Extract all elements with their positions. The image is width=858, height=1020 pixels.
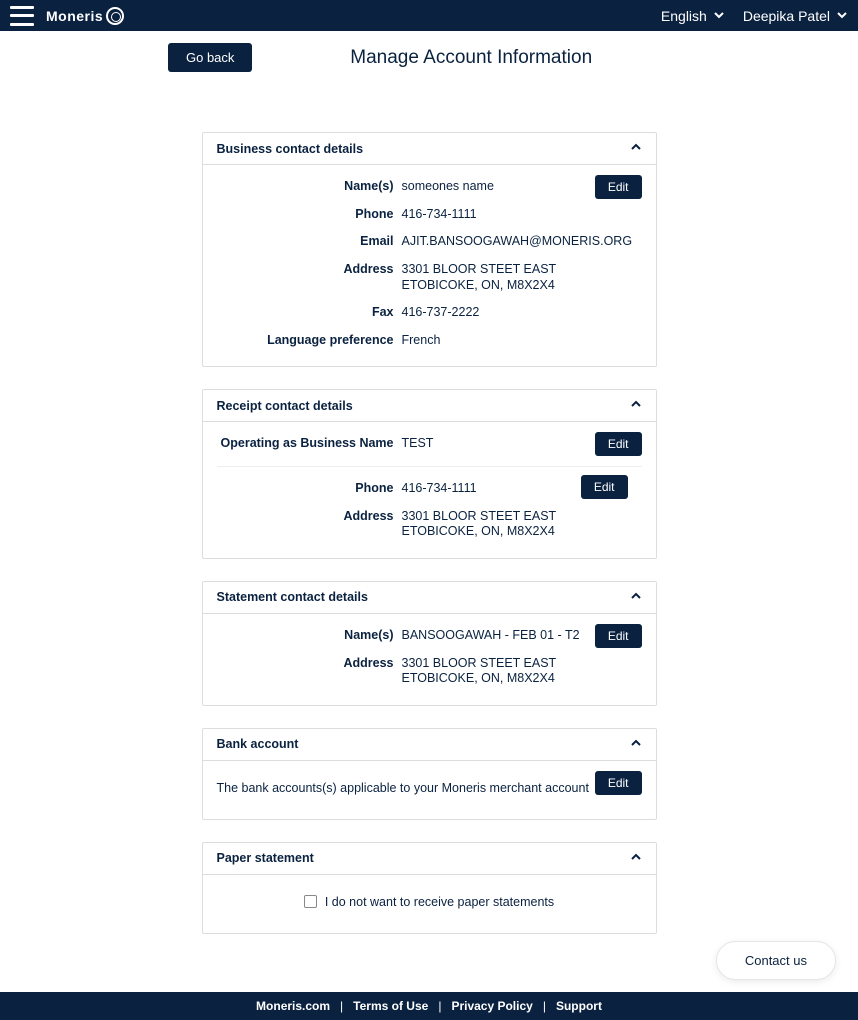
app-header: Moneris English Deepika Patel [0, 0, 858, 31]
footer-privacy-link[interactable]: Privacy Policy [451, 999, 532, 1013]
receipt-address-label: Address [217, 509, 402, 523]
statement-card-title: Statement contact details [217, 590, 368, 604]
chevron-up-icon [630, 737, 642, 752]
address-label: Address [217, 262, 402, 276]
statement-address-value: 3301 BLOOR STEET EAST ETOBICOKE, ON, M8X… [402, 656, 557, 687]
email-value: AJIT.BANSOOGAWAH@MONERIS.ORG [402, 234, 633, 250]
edit-receipt-oba-button[interactable]: Edit [595, 432, 642, 456]
paper-card-header[interactable]: Paper statement [203, 843, 656, 875]
bank-account-card: Bank account Edit The bank accounts(s) a… [202, 728, 657, 820]
phone-label: Phone [217, 207, 402, 221]
chevron-up-icon [630, 141, 642, 156]
name-label: Name(s) [217, 179, 402, 193]
paper-card-title: Paper statement [217, 851, 314, 865]
brand-text: Moneris [46, 8, 103, 24]
bank-card-header[interactable]: Bank account [203, 729, 656, 761]
language-pref-label: Language preference [217, 333, 402, 347]
receipt-phone-value: 416-734-1111 [402, 481, 477, 497]
business-card-title: Business contact details [217, 142, 364, 156]
oba-label: Operating as Business Name [217, 436, 402, 450]
receipt-phone-label: Phone [217, 481, 402, 495]
oba-value: TEST [402, 436, 434, 452]
chevron-up-icon [630, 851, 642, 866]
chevron-up-icon [630, 590, 642, 605]
receipt-address-value: 3301 BLOOR STEET EAST ETOBICOKE, ON, M8X… [402, 509, 557, 540]
go-back-button[interactable]: Go back [168, 43, 252, 72]
phone-value: 416-734-1111 [402, 207, 477, 223]
contact-us-button[interactable]: Contact us [716, 941, 836, 980]
chevron-down-icon [836, 8, 848, 24]
chevron-down-icon [713, 8, 725, 24]
page-heading-row: Go back Manage Account Information [0, 31, 858, 72]
edit-business-button[interactable]: Edit [595, 175, 642, 199]
edit-bank-button[interactable]: Edit [595, 771, 642, 795]
fax-value: 416-737-2222 [402, 305, 480, 321]
paper-statement-text: I do not want to receive paper statement… [325, 895, 554, 909]
footer-moneris-link[interactable]: Moneris.com [256, 999, 330, 1013]
edit-statement-button[interactable]: Edit [595, 624, 642, 648]
edit-receipt-address-button[interactable]: Edit [581, 475, 628, 499]
receipt-card-title: Receipt contact details [217, 399, 353, 413]
statement-address-label: Address [217, 656, 402, 670]
statement-contact-card: Statement contact details Edit Name(s) B… [202, 581, 657, 706]
receipt-card-header[interactable]: Receipt contact details [203, 390, 656, 422]
footer: Moneris.com | Terms of Use | Privacy Pol… [0, 992, 858, 1020]
divider [217, 466, 642, 467]
receipt-contact-card: Receipt contact details Edit Operating a… [202, 389, 657, 559]
logo[interactable]: Moneris [46, 7, 124, 25]
fax-label: Fax [217, 305, 402, 319]
chevron-up-icon [630, 398, 642, 413]
language-pref-value: French [402, 333, 441, 349]
business-contact-card: Business contact details Edit Name(s) so… [202, 132, 657, 367]
language-selector[interactable]: English [661, 8, 725, 24]
bank-card-title: Bank account [217, 737, 299, 751]
hamburger-menu-icon[interactable] [10, 6, 34, 26]
bank-text: The bank accounts(s) applicable to your … [217, 775, 589, 801]
paper-statement-card: Paper statement I do not want to receive… [202, 842, 657, 934]
paper-opt-out-checkbox[interactable] [304, 895, 317, 908]
address-value: 3301 BLOOR STEET EAST ETOBICOKE, ON, M8X… [402, 262, 557, 293]
footer-support-link[interactable]: Support [556, 999, 602, 1013]
user-name: Deepika Patel [743, 8, 830, 24]
statement-name-label: Name(s) [217, 628, 402, 642]
statement-card-header[interactable]: Statement contact details [203, 582, 656, 614]
statement-name-value: BANSOOGAWAH - FEB 01 - T2 [402, 628, 580, 644]
language-label: English [661, 8, 707, 24]
user-menu[interactable]: Deepika Patel [743, 8, 848, 24]
name-value: someones name [402, 179, 494, 195]
logo-swirl-icon [106, 7, 124, 25]
footer-terms-link[interactable]: Terms of Use [353, 999, 428, 1013]
business-card-header[interactable]: Business contact details [203, 133, 656, 165]
page-title: Manage Account Information [252, 47, 690, 69]
email-label: Email [217, 234, 402, 248]
